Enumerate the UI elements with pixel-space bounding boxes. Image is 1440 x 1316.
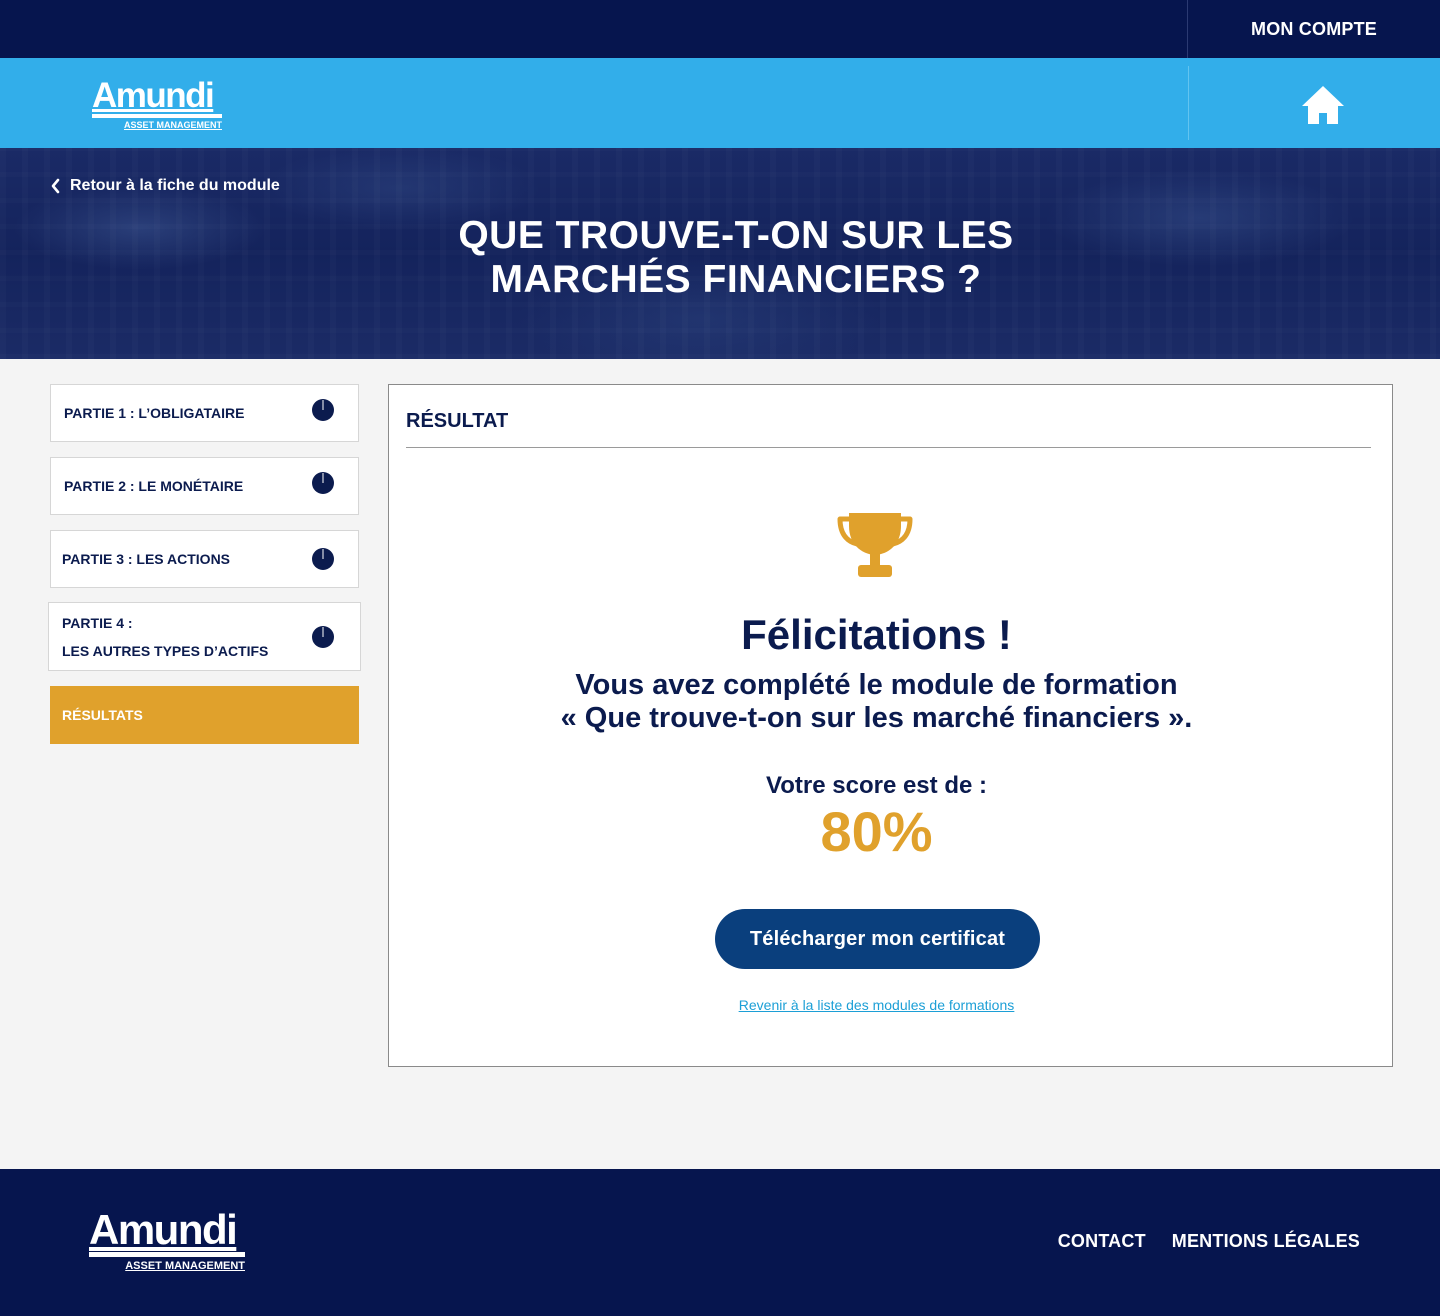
sidebar-item-label: PARTIE 2 : LE MONÉTAIRE [64,478,244,494]
my-account-link[interactable]: MON COMPTE [1188,0,1440,58]
result-panel: RÉSULTAT Félicitations ! Vous avez compl… [388,384,1393,1067]
result-heading-divider [406,447,1371,448]
progress-pie-icon [312,548,334,570]
back-link-label: Retour à la fiche du module [70,177,280,194]
hero-banner: Retour à la fiche du module QUE TROUVE-T… [0,148,1440,359]
sidebar-item-partie-2[interactable]: PARTIE 2 : LE MONÉTAIRE [50,457,359,515]
score-value: 80% [820,800,933,863]
footer: Amundi ASSET MANAGEMENT CONTACT MENTIONS… [0,1169,1440,1316]
brand-bar-divider [1188,66,1189,140]
sidebar-item-resultats[interactable]: RÉSULTATS [50,686,359,744]
progress-pie-icon [312,472,334,494]
progress-pie-icon [312,399,334,421]
sidebar-item-label: PARTIE 1 : L’OBLIGATAIRE [64,405,245,421]
progress-pie-icon [312,625,334,648]
chevron-left-icon [51,178,60,194]
logo-subtitle: ASSET MANAGEMENT [123,120,222,130]
back-to-modules-list-link[interactable]: Revenir à la liste des modules de format… [739,997,1014,1013]
page-title: QUE TROUVE-T-ON SUR LES MARCHÉS FINANCIE… [458,214,1014,301]
sidebar-item-label: PARTIE 4 : LES AUTRES TYPES D’ACTIFS [62,614,269,659]
trophy-icon [837,513,913,577]
result-heading: RÉSULTAT [406,410,509,432]
contact-link[interactable]: CONTACT [1058,1231,1146,1252]
logo-subtitle: ASSET MANAGEMENT [125,1260,245,1272]
sidebar-item-label: RÉSULTATS [62,707,143,723]
completion-message: Vous avez complété le module de formatio… [560,669,1193,734]
download-certificate-button[interactable]: Télécharger mon certificat [715,909,1040,969]
amundi-logo[interactable]: Amundi ASSET MANAGEMENT [92,78,222,130]
logo-wordmark: Amundi [89,1206,238,1253]
home-button[interactable] [1300,84,1346,126]
sidebar-item-partie-3[interactable]: PARTIE 3 : LES ACTIONS [50,530,359,588]
logo-wordmark: Amundi [92,76,215,115]
top-bar: MON COMPTE [0,0,1440,58]
modules-link-wrapper: Revenir à la liste des modules de format… [389,997,1364,1013]
sidebar-item-label: PARTIE 3 : LES ACTIONS [62,551,231,567]
score-label: Votre score est de : [766,772,987,799]
sidebar-item-partie-4[interactable]: PARTIE 4 : LES AUTRES TYPES D’ACTIFS [48,602,361,671]
footer-links: CONTACT MENTIONS LÉGALES [1058,1231,1360,1252]
congratulations-heading: Félicitations ! [741,611,1012,658]
footer-amundi-logo[interactable]: Amundi ASSET MANAGEMENT [89,1209,245,1272]
back-to-module-link[interactable]: Retour à la fiche du module [50,176,280,196]
sidebar-item-partie-1[interactable]: PARTIE 1 : L’OBLIGATAIRE [50,384,359,442]
legal-notice-link[interactable]: MENTIONS LÉGALES [1172,1231,1360,1252]
brand-bar: Amundi ASSET MANAGEMENT [0,58,1440,148]
home-icon [1302,86,1344,124]
